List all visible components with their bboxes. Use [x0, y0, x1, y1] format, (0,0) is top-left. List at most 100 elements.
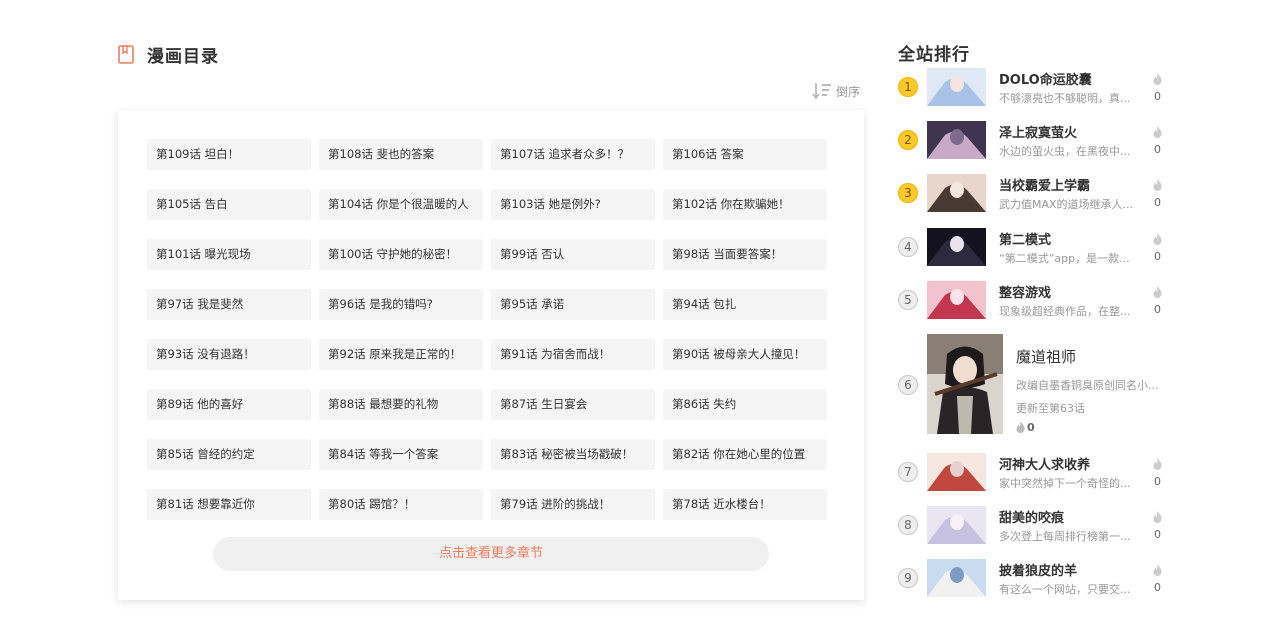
rank-title: 河神大人求收养: [999, 458, 1091, 473]
chapter-item[interactable]: 第104话 你是个很温暖的人: [319, 189, 483, 220]
chapter-item[interactable]: 第106话 答案: [663, 139, 827, 170]
rank-description: 不够漂亮也不够聪明，真...: [999, 92, 1131, 105]
fire-icon: [1153, 73, 1162, 85]
chapter-item[interactable]: 第87话 生日宴会: [491, 389, 655, 420]
chapter-item[interactable]: 第109话 坦白！: [147, 139, 311, 170]
chapter-item[interactable]: 第98话 当面要答案！: [663, 239, 827, 270]
chapter-item[interactable]: 第86话 失约: [663, 389, 827, 420]
rank-description: 家中突然掉下一个奇怪的...: [999, 477, 1131, 490]
cover-image: [927, 174, 986, 212]
rank-item[interactable]: 4 第二模式 “第二模式”app，是一款... 0: [898, 228, 1168, 268]
rank-number: 8: [898, 515, 918, 535]
chapter-item[interactable]: 第107话 追求者众多！？: [491, 139, 655, 170]
sort-toggle-button[interactable]: 倒序: [812, 82, 860, 100]
rank-number: 7: [898, 462, 918, 482]
fire-icon: [1153, 233, 1162, 245]
chapter-item[interactable]: 第82话 你在她心里的位置: [663, 439, 827, 470]
heat-count: 0: [1154, 475, 1161, 488]
chapter-grid: 第109话 坦白！ 第108话 斐也的答案 第107话 追求者众多！？ 第106话 答…: [147, 139, 827, 520]
cover-image: [927, 68, 986, 106]
bookmark-icon: [118, 44, 134, 64]
chapter-item[interactable]: 第80话 踢馆？！: [319, 489, 483, 520]
catalog-header: 漫画目录: [118, 42, 219, 67]
heat-count: 0: [1154, 581, 1161, 594]
rank-item[interactable]: 8 甜美的咬痕多次登上每周排行榜第一... 0: [898, 506, 1168, 546]
chapter-item[interactable]: 第105话 告白: [147, 189, 311, 220]
chapter-item[interactable]: 第78话 近水楼台！: [663, 489, 827, 520]
cover-image: [927, 228, 986, 266]
catalog-title: 漫画目录: [147, 46, 219, 67]
cover-image: [927, 281, 986, 319]
chapter-item[interactable]: 第95话 承诺: [491, 289, 655, 320]
rank-number: 5: [898, 290, 918, 310]
heat-count: 0: [1154, 528, 1161, 541]
rank-item[interactable]: 3 当校霸爱上学霸武力值MAX的道场继承人... 0: [898, 174, 1168, 214]
chapter-item[interactable]: 第103话 她是例外?: [491, 189, 655, 220]
chapter-item[interactable]: 第93话 没有退路！: [147, 339, 311, 370]
rank-title: DOLO命运胶囊: [999, 73, 1092, 88]
rank-description: 武力值MAX的道场继承人...: [999, 198, 1134, 211]
rank-item[interactable]: 1 DOLO命运胶囊不够漂亮也不够聪明，真... 0: [898, 68, 1168, 108]
chapter-item[interactable]: 第81话 想要靠近你: [147, 489, 311, 520]
ranking-title: 全站排行: [898, 45, 970, 65]
chapter-item[interactable]: 第102话 你在欺骗她！: [663, 189, 827, 220]
chapter-item[interactable]: 第94话 包扎: [663, 289, 827, 320]
rank-description: 多次登上每周排行榜第一...: [999, 530, 1131, 543]
rank-title: 披着狼皮的羊: [999, 564, 1078, 579]
chapter-item[interactable]: 第96话 是我的错吗?: [319, 289, 483, 320]
chapter-item[interactable]: 第79话 进阶的挑战！: [491, 489, 655, 520]
fire-icon: [1153, 179, 1162, 191]
fire-icon: [1153, 458, 1162, 470]
fire-icon: [1153, 286, 1162, 298]
cover-image: [927, 121, 986, 159]
rank-number: 9: [898, 568, 918, 588]
cover-image: [927, 453, 986, 491]
fire-icon: [1153, 126, 1162, 138]
chapter-item[interactable]: 第89话 他的喜好: [147, 389, 311, 420]
featured-description: 改编自墨香铜臭原创同名小...: [1016, 379, 1159, 392]
sort-label: 倒序: [836, 84, 861, 99]
rank-description: 有这么一个网站，只要交...: [999, 583, 1131, 596]
chapter-item[interactable]: 第84话 等我一个答案: [319, 439, 483, 470]
cover-image: [927, 334, 1003, 434]
rank-number: 1: [898, 77, 918, 97]
heat-count: 0: [1154, 90, 1161, 103]
rank-description: “第二模式”app，是一款...: [999, 252, 1130, 265]
chapter-item[interactable]: 第99话 否认: [491, 239, 655, 270]
featured-rank-item[interactable]: 6 魔道祖师 改编自墨香铜臭原创同名小... 更新至第63话 0: [898, 334, 1168, 434]
featured-update: 更新至第63话: [1016, 402, 1085, 415]
chapter-item[interactable]: 第88话 最想要的礼物: [319, 389, 483, 420]
rank-item[interactable]: 5 整容游戏 现象级超经典作品，在整... 0: [898, 281, 1168, 321]
rank-title: 整容游戏: [999, 286, 1052, 301]
rank-title: 甜美的咬痕: [999, 511, 1065, 526]
more-chapters-button[interactable]: 点击查看更多章节: [213, 537, 769, 571]
chapter-item[interactable]: 第92话 原来我是正常的！: [319, 339, 483, 370]
rank-description: 水边的萤火虫，在黑夜中...: [999, 145, 1131, 158]
chapter-item[interactable]: 第108话 斐也的答案: [319, 139, 483, 170]
rank-description: 现象级超经典作品，在整...: [999, 305, 1131, 318]
heat-count: 0: [1154, 143, 1161, 156]
rank-number: 3: [898, 183, 918, 203]
chapter-item[interactable]: 第90话 被母亲大人撞见！: [663, 339, 827, 370]
heat-count: 0: [1027, 421, 1035, 434]
fire-icon: [1153, 511, 1162, 523]
rank-number: 6: [898, 375, 918, 395]
rank-item[interactable]: 9 披着狼皮的羊有这么一个网站，只要交... 0: [898, 559, 1168, 599]
rank-title: 泽上寂寞萤火: [999, 126, 1078, 141]
chapter-item[interactable]: 第83话 秘密被当场戳破！: [491, 439, 655, 470]
chapter-item[interactable]: 第101话 曝光现场: [147, 239, 311, 270]
rank-title: 当校霸爱上学霸: [999, 179, 1091, 194]
fire-icon: [1016, 421, 1025, 433]
chapter-item[interactable]: 第97话 我是斐然: [147, 289, 311, 320]
rank-item[interactable]: 2 泽上寂寞萤火水边的萤火虫，在黑夜中... 0: [898, 121, 1168, 161]
rank-number: 2: [898, 130, 918, 150]
chapter-item[interactable]: 第91话 为宿舍而战！: [491, 339, 655, 370]
chapter-item[interactable]: 第100话 守护她的秘密！: [319, 239, 483, 270]
cover-image: [927, 506, 986, 544]
featured-title: 魔道祖师: [1016, 348, 1077, 366]
rank-item[interactable]: 7 河神大人求收养家中突然掉下一个奇怪的... 0: [898, 453, 1168, 493]
chapter-item[interactable]: 第85话 曾经的约定: [147, 439, 311, 470]
rank-number: 4: [898, 237, 918, 257]
heat-count: 0: [1154, 196, 1161, 209]
fire-icon: [1153, 564, 1162, 576]
